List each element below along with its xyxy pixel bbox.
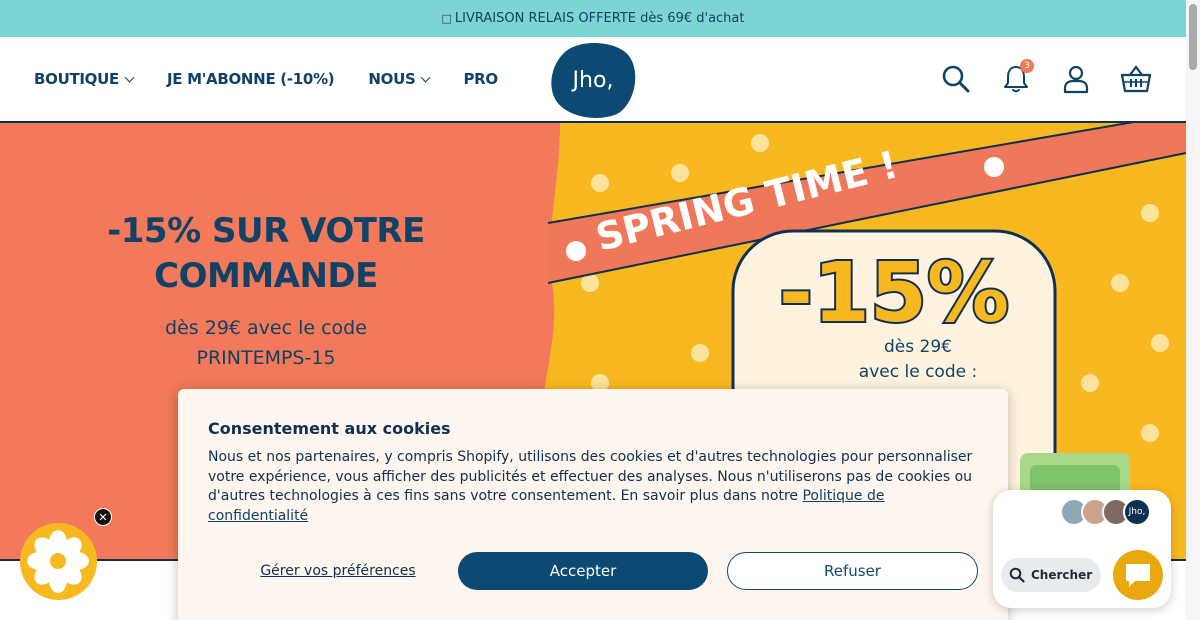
chevron-down-icon — [421, 72, 431, 82]
daisy-icon — [27, 530, 89, 593]
chat-icon — [1126, 564, 1150, 587]
user-icon — [1063, 65, 1089, 94]
nav-item-label: JE M'ABONNE (-10%) — [166, 70, 335, 88]
chat-search-button[interactable]: Chercher — [1001, 558, 1101, 592]
big-discount-text: -15% — [779, 246, 1009, 341]
nav-item-abonnement[interactable]: JE M'ABONNE (-10%) — [166, 70, 335, 88]
hero-subtitle-line: dès 29€ avec le code — [165, 317, 367, 339]
chat-widget: Jho, Chercher — [993, 490, 1171, 608]
nav-item-label: PRO — [463, 70, 498, 88]
nav-item-boutique[interactable]: BOUTIQUE — [34, 70, 135, 88]
basket-icon — [1120, 65, 1152, 93]
close-widget-button[interactable]: ✕ — [94, 508, 112, 526]
header-icons: 3 — [940, 37, 1152, 121]
announcement-text: LIVRAISON RELAIS OFFERTE dès 69€ d'achat — [454, 11, 745, 26]
support-avatars: Jho, — [1060, 498, 1151, 526]
hero-title: -15% SUR VOTRE COMMANDE — [80, 209, 452, 299]
scrollbar-thumb[interactable] — [1189, 4, 1197, 70]
main-nav: BOUTIQUE JE M'ABONNE (-10%) NOUS PRO — [34, 37, 498, 121]
search-button[interactable] — [940, 63, 972, 95]
nav-item-label: BOUTIQUE — [34, 70, 119, 88]
manage-preferences-button[interactable]: Gérer vos préférences — [238, 552, 438, 590]
nav-item-pro[interactable]: PRO — [463, 70, 498, 88]
cookie-actions: Gérer vos préférences Accepter Refuser — [208, 552, 978, 590]
promo-line: dès 29€ — [884, 337, 952, 357]
search-icon — [942, 65, 970, 93]
cart-button[interactable] — [1120, 63, 1152, 95]
chat-search-label: Chercher — [1031, 568, 1093, 582]
open-chat-button[interactable] — [1113, 550, 1163, 600]
hero-promo-code: PRINTEMPS-15 — [196, 347, 336, 369]
accept-cookies-button[interactable]: Accepter — [458, 552, 708, 590]
nav-item-label: NOUS — [368, 70, 416, 88]
account-button[interactable] — [1060, 63, 1092, 95]
gift-icon: □ — [441, 12, 452, 25]
promo-conditions: dès 29€ avec le code : — [818, 335, 1018, 385]
promo-line: avec le code : — [858, 362, 978, 382]
announcement-bar: □ LIVRAISON RELAIS OFFERTE dès 69€ d'ach… — [0, 0, 1186, 37]
brand-avatar: Jho, — [1123, 498, 1151, 526]
hero-title-line: COMMANDE — [154, 256, 378, 296]
cookie-title: Consentement aux cookies — [208, 419, 451, 438]
cookie-description: Nous et nos partenaires, y compris Shopi… — [208, 448, 983, 526]
notification-count-badge: 3 — [1020, 59, 1034, 73]
chevron-down-icon — [124, 72, 135, 82]
hero-title-line: -15% SUR VOTRE — [107, 211, 425, 251]
search-icon — [1009, 567, 1025, 583]
page-scrollbar[interactable] — [1186, 0, 1200, 620]
close-icon: ✕ — [98, 510, 108, 524]
refuse-cookies-button[interactable]: Refuser — [727, 552, 978, 590]
hero-subtitle: dès 29€ avec le code PRINTEMPS-15 — [80, 313, 452, 373]
brand-logo[interactable]: Jho, — [549, 42, 637, 118]
cookie-consent-dialog: Consentement aux cookies Nous et nos par… — [178, 389, 1008, 620]
nav-item-nous[interactable]: NOUS — [368, 70, 431, 88]
logo-text: Jho, — [572, 67, 614, 93]
site-header: BOUTIQUE JE M'ABONNE (-10%) NOUS PRO Jho… — [0, 37, 1186, 123]
rewards-widget-button[interactable] — [20, 523, 97, 600]
notifications-button[interactable]: 3 — [1000, 59, 1034, 95]
